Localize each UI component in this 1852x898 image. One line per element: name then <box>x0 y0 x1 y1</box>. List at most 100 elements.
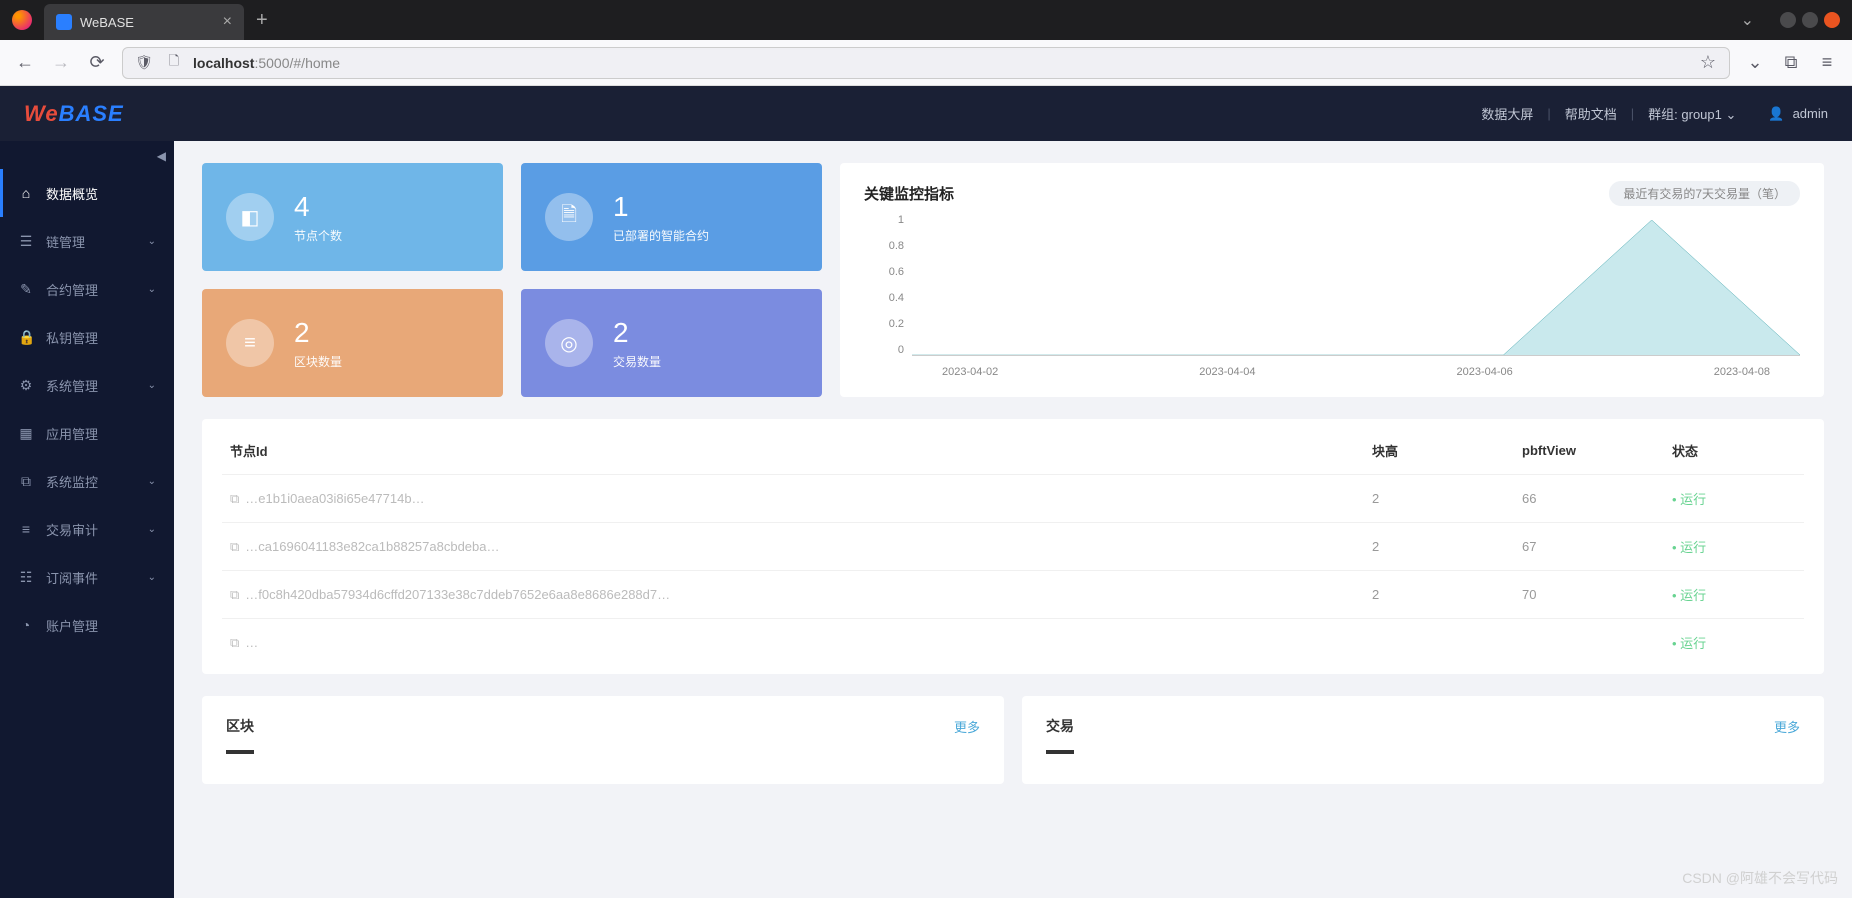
chevron-down-icon: ⌄ <box>148 236 156 247</box>
url-host: localhost <box>193 55 254 71</box>
sidebar-item-6[interactable]: ⧉系统监控⌄ <box>0 457 174 505</box>
url-input[interactable]: 🛡 🗋 localhost:5000/#/home ☆ <box>122 47 1730 79</box>
nodes-table-card: 节点Id 块高 pbftView 状态 ⧉…e1b1i0aea03i8i65e4… <box>202 419 1824 674</box>
sidebar-item-0[interactable]: ⌂数据概览 <box>0 169 174 217</box>
tx-title: 交易 <box>1046 716 1074 736</box>
cell-pbft: 67 <box>1514 523 1664 571</box>
back-button[interactable]: ← <box>14 52 36 73</box>
sidebar-item-5[interactable]: ▦应用管理 <box>0 409 174 457</box>
stat-value: 1 <box>613 191 709 223</box>
minimize-button[interactable] <box>1780 12 1796 28</box>
forward-button[interactable]: → <box>50 52 72 73</box>
cell-pbft <box>1514 619 1664 667</box>
maximize-button[interactable] <box>1802 12 1818 28</box>
sidebar-item-7[interactable]: ≡交易审计⌄ <box>0 505 174 553</box>
table-row: ⧉…f0c8h420dba57934d6cffd207133e38c7ddeb7… <box>222 571 1804 619</box>
content: ◧4节点个数🗎1已部署的智能合约≡2区块数量◎2交易数量 关键监控指标 最近有交… <box>174 141 1852 898</box>
url-path: :5000/#/home <box>254 55 340 71</box>
chart-tag[interactable]: 最近有交易的7天交易量（笔） <box>1609 181 1800 206</box>
stat-label: 节点个数 <box>294 227 342 244</box>
sidebar-item-2[interactable]: ✎ 合约管理 ⌄ <box>0 265 174 313</box>
stat-label: 已部署的智能合约 <box>613 227 709 244</box>
chevron-down-icon: ⌄ <box>148 380 156 391</box>
stat-value: 2 <box>613 317 661 349</box>
cell-status: 运行 <box>1664 571 1804 619</box>
collapse-sidebar-icon[interactable]: ◀ <box>157 149 166 163</box>
stat-card-3[interactable]: ◎2交易数量 <box>521 289 822 397</box>
cell-nodeid[interactable]: ⧉…f0c8h420dba57934d6cffd207133e38c7ddeb7… <box>222 571 1364 619</box>
cell-status: 运行 <box>1664 475 1804 523</box>
menu-icon: ✎ <box>18 281 34 298</box>
copy-icon[interactable]: ⧉ <box>230 587 239 602</box>
new-tab-button[interactable]: + <box>256 9 268 32</box>
table-row: ⧉…ca1696041183e82ca1b88257a8cbdeba…267运行 <box>222 523 1804 571</box>
chart-svg <box>912 220 1800 355</box>
address-bar: ← → ⟳ 🛡 🗋 localhost:5000/#/home ☆ ⌄ ⧉ ≡ <box>0 40 1852 86</box>
blocks-card: 区块 更多 <box>202 696 1004 784</box>
menu-label: 私钥管理 <box>46 328 98 347</box>
chevron-down-icon: ⌄ <box>148 284 156 295</box>
help-doc-link[interactable]: 帮助文档 <box>1565 104 1617 123</box>
blocks-more-link[interactable]: 更多 <box>954 717 980 736</box>
copy-icon[interactable]: ⧉ <box>230 635 239 650</box>
cell-status: 运行 <box>1664 619 1804 667</box>
menu-label: 数据概览 <box>46 184 98 203</box>
tab-close-icon[interactable]: × <box>223 13 232 31</box>
chevron-down-icon: ⌄ <box>1725 107 1736 122</box>
sidebar-item-3[interactable]: 🔒 私钥管理 <box>0 313 174 361</box>
reload-button[interactable]: ⟳ <box>86 52 108 73</box>
menu-label: 链管理 <box>46 232 85 251</box>
chevron-down-icon: ⌄ <box>148 524 156 535</box>
stat-icon: ◧ <box>226 193 274 241</box>
menu-icon: ⧉ <box>18 473 34 490</box>
data-screen-link[interactable]: 数据大屏 <box>1481 104 1533 123</box>
tx-more-link[interactable]: 更多 <box>1774 717 1800 736</box>
th-height: 块高 <box>1364 427 1514 475</box>
th-nodeid: 节点Id <box>222 427 1364 475</box>
shield-icon: 🛡 <box>133 54 155 71</box>
chevron-down-icon[interactable]: ⌄ <box>1741 10 1754 30</box>
page-icon: 🗋 <box>163 52 185 74</box>
table-row: ⧉…e1b1i0aea03i8i65e47714b…266运行 <box>222 475 1804 523</box>
browser-tab[interactable]: WeBASE × <box>44 4 244 40</box>
close-window-button[interactable] <box>1824 12 1840 28</box>
cell-nodeid[interactable]: ⧉… <box>222 619 1364 667</box>
menu-icon: ◔ <box>18 617 34 633</box>
stat-card-2[interactable]: ≡2区块数量 <box>202 289 503 397</box>
sidebar-item-9[interactable]: ◔ 账户管理 <box>0 601 174 649</box>
sidebar-item-8[interactable]: ☷订阅事件⌄ <box>0 553 174 601</box>
firefox-icon <box>12 10 32 30</box>
nodes-table: 节点Id 块高 pbftView 状态 ⧉…e1b1i0aea03i8i65e4… <box>222 427 1804 666</box>
app-body: ◀ ⌂数据概览☰链管理⌄✎合约管理⌄🔒私钥管理⚙系统管理⌄▦应用管理⧉系统监控⌄… <box>0 141 1852 898</box>
copy-icon[interactable]: ⧉ <box>230 539 239 554</box>
cell-pbft: 70 <box>1514 571 1664 619</box>
stat-label: 交易数量 <box>613 353 661 370</box>
cell-nodeid[interactable]: ⧉…ca1696041183e82ca1b88257a8cbdeba… <box>222 523 1364 571</box>
menu-label: 账户管理 <box>46 616 98 635</box>
sidebar-item-4[interactable]: ⚙系统管理⌄ <box>0 361 174 409</box>
group-selector[interactable]: 群组: group1 ⌄ <box>1648 104 1736 123</box>
cell-nodeid[interactable]: ⧉…e1b1i0aea03i8i65e47714b… <box>222 475 1364 523</box>
user-icon: 👤 <box>1768 106 1784 122</box>
tab-title: WeBASE <box>80 15 134 30</box>
window-controls: ⌄ <box>1741 10 1852 30</box>
tx-card: 交易 更多 <box>1022 696 1824 784</box>
stat-icon: ≡ <box>226 319 274 367</box>
username[interactable]: admin <box>1793 106 1828 121</box>
menu-icon[interactable]: ≡ <box>1816 52 1838 73</box>
sidebar-item-1[interactable]: ☰链管理⌄ <box>0 217 174 265</box>
extension-icon[interactable]: ⧉ <box>1780 52 1802 73</box>
cell-height: 2 <box>1364 523 1514 571</box>
menu-icon: 🔒 <box>18 329 34 346</box>
bookmark-icon[interactable]: ☆ <box>1697 52 1719 73</box>
pocket-icon[interactable]: ⌄ <box>1744 52 1766 73</box>
copy-icon[interactable]: ⧉ <box>230 491 239 506</box>
app: WeBASE 数据大屏 | 帮助文档 | 群组: group1 ⌄ 👤 admi… <box>0 86 1852 898</box>
menu-label: 应用管理 <box>46 424 98 443</box>
chevron-down-icon: ⌄ <box>148 572 156 583</box>
stat-card-0[interactable]: ◧4节点个数 <box>202 163 503 271</box>
menu-label: 合约管理 <box>46 280 98 299</box>
stat-card-1[interactable]: 🗎1已部署的智能合约 <box>521 163 822 271</box>
th-pbft: pbftView <box>1514 427 1664 475</box>
logo: WeBASE <box>24 101 124 127</box>
